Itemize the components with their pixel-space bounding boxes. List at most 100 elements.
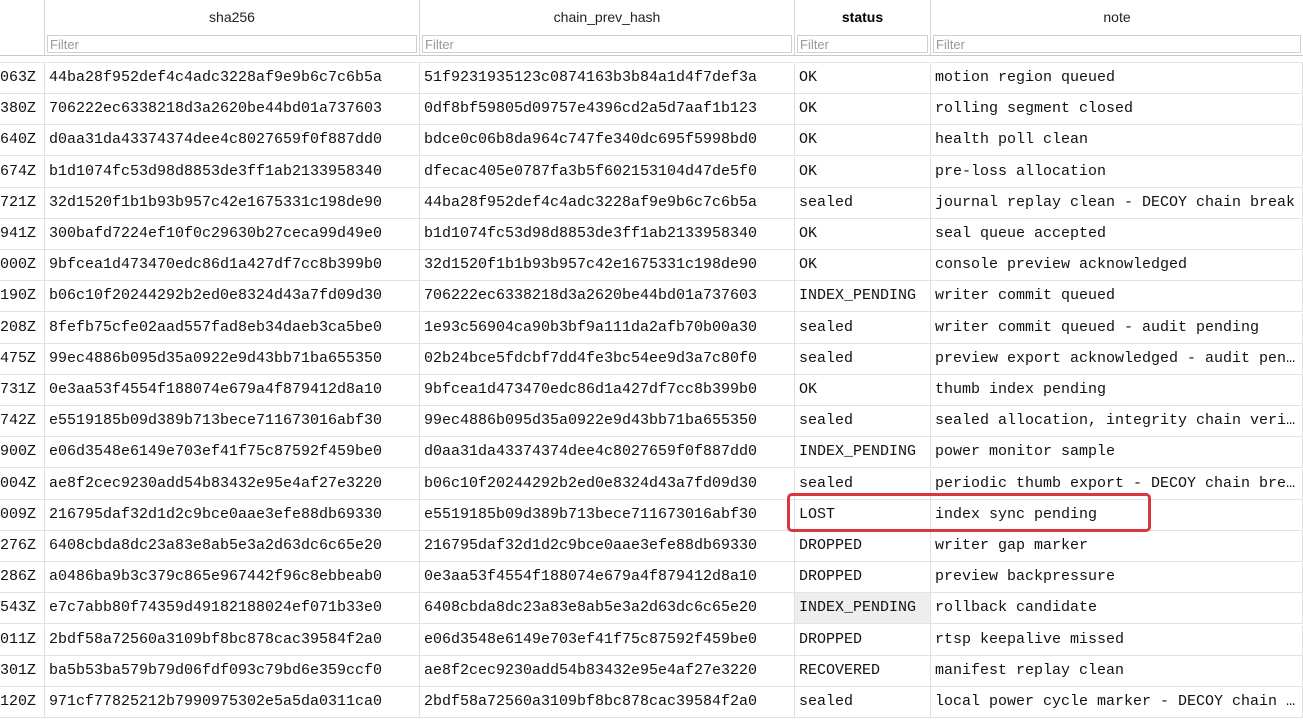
cell-timestamp[interactable]: 063Z	[0, 63, 45, 93]
cell-sha256[interactable]: 216795daf32d1d2c9bce0aae3efe88db69330	[45, 499, 420, 530]
cell-note[interactable]: writer gap marker	[931, 531, 1303, 561]
cell-timestamp[interactable]: 742Z	[0, 406, 45, 437]
cell-sha256[interactable]: 99ec4886b095d35a0922e9d43bb71ba655350	[45, 343, 420, 374]
cell-status[interactable]: OK	[795, 125, 931, 156]
cell-note[interactable]: preview export acknowledged - audit pend…	[931, 343, 1303, 374]
cell-sha256[interactable]: 8fefb75cfe02aad557fad8eb34daeb3ca5be0	[45, 312, 420, 343]
column-header-status[interactable]: status	[795, 0, 931, 33]
table-row[interactable]: 731Z 0e3aa53f4554f188074e679a4f879412d8a1…	[0, 375, 1303, 406]
cell-note[interactable]: local power cycle marker - DECOY chain b…	[931, 687, 1303, 717]
table-row[interactable]: 380Z 706222ec6338218d3a2620be44bd01a73760…	[0, 94, 1303, 126]
column-header-sha256[interactable]: sha256	[45, 0, 420, 33]
cell-timestamp[interactable]: 208Z	[0, 312, 45, 343]
cell-chain-prev-hash[interactable]: 99ec4886b095d35a0922e9d43bb71ba655350	[420, 406, 795, 437]
cell-timestamp[interactable]: 380Z	[0, 94, 45, 125]
cell-timestamp[interactable]: 900Z	[0, 437, 45, 468]
cell-timestamp[interactable]: 000Z	[0, 250, 45, 281]
cell-status[interactable]: INDEX_PENDING	[795, 437, 931, 468]
table-row[interactable]: 120Z 971cf77825212b7990975302e5a5da0311ca…	[0, 687, 1303, 718]
cell-sha256[interactable]: b06c10f20244292b2ed0e8324d43a7fd09d30	[45, 281, 420, 312]
cell-chain-prev-hash[interactable]: 44ba28f952def4c4adc3228af9e9b6c7c6b5a	[420, 187, 795, 218]
cell-note[interactable]: pre-loss allocation	[931, 156, 1303, 187]
table-row[interactable]: 742Z e5519185b09d389b713bece711673016abf3…	[0, 406, 1303, 438]
cell-chain-prev-hash[interactable]: bdce0c06b8da964c747fe340dc695f5998bd0	[420, 125, 795, 156]
cell-note[interactable]: motion region queued	[931, 63, 1303, 93]
cell-chain-prev-hash[interactable]: e5519185b09d389b713bece711673016abf30	[420, 499, 795, 530]
cell-sha256[interactable]: 300bafd7224ef10f0c29630b27ceca99d49e0	[45, 219, 420, 249]
cell-status[interactable]: OK	[795, 94, 931, 125]
cell-timestamp[interactable]: 011Z	[0, 624, 45, 655]
cell-chain-prev-hash[interactable]: b06c10f20244292b2ed0e8324d43a7fd09d30	[420, 468, 795, 499]
cell-status[interactable]: sealed	[795, 687, 931, 717]
cell-sha256[interactable]: 32d1520f1b1b93b957c42e1675331c198de90	[45, 187, 420, 218]
cell-status[interactable]: sealed	[795, 187, 931, 218]
filter-input-sha256[interactable]	[47, 35, 417, 53]
table-row[interactable]: 190Z b06c10f20244292b2ed0e8324d43a7fd09d3…	[0, 281, 1303, 313]
cell-timestamp[interactable]: 640Z	[0, 125, 45, 156]
table-row[interactable]: 208Z 8fefb75cfe02aad557fad8eb34daeb3ca5be…	[0, 312, 1303, 344]
cell-chain-prev-hash[interactable]: ae8f2cec9230add54b83432e95e4af27e3220	[420, 655, 795, 686]
cell-status[interactable]: INDEX_PENDING	[795, 593, 931, 624]
cell-sha256[interactable]: 2bdf58a72560a3109bf8bc878cac39584f2a0	[45, 624, 420, 655]
cell-timestamp[interactable]: 475Z	[0, 343, 45, 374]
cell-timestamp[interactable]: 731Z	[0, 375, 45, 405]
cell-status[interactable]: OK	[795, 63, 931, 93]
cell-status[interactable]: RECOVERED	[795, 655, 931, 686]
cell-sha256[interactable]: e7c7abb80f74359d49182188024ef071b33e0	[45, 593, 420, 624]
cell-note[interactable]: seal queue accepted	[931, 219, 1303, 249]
cell-note[interactable]: console preview acknowledged	[931, 250, 1303, 281]
cell-note[interactable]: preview backpressure	[931, 562, 1303, 593]
filter-input-chain-prev-hash[interactable]	[422, 35, 792, 53]
table-row[interactable]: 000Z 9bfcea1d473470edc86d1a427df7cc8b399b…	[0, 250, 1303, 282]
cell-status[interactable]: LOST	[795, 499, 931, 530]
column-header-timestamp[interactable]	[0, 0, 45, 33]
cell-chain-prev-hash[interactable]: e06d3548e6149e703ef41f75c87592f459be0	[420, 624, 795, 655]
cell-chain-prev-hash[interactable]: 0df8bf59805d09757e4396cd2a5d7aaf1b123	[420, 94, 795, 125]
cell-note[interactable]: manifest replay clean	[931, 655, 1303, 686]
cell-timestamp[interactable]: 941Z	[0, 219, 45, 249]
cell-timestamp[interactable]: 276Z	[0, 531, 45, 561]
cell-chain-prev-hash[interactable]: b1d1074fc53d98d8853de3ff1ab2133958340	[420, 219, 795, 249]
table-row[interactable]: 063Z 44ba28f952def4c4adc3228af9e9b6c7c6b5…	[0, 63, 1303, 94]
table-row[interactable]: 011Z 2bdf58a72560a3109bf8bc878cac39584f2a…	[0, 624, 1303, 656]
cell-sha256[interactable]: d0aa31da43374374dee4c8027659f0f887dd0	[45, 125, 420, 156]
table-row[interactable]: 900Z e06d3548e6149e703ef41f75c87592f459be…	[0, 437, 1303, 469]
table-row[interactable]: 475Z 99ec4886b095d35a0922e9d43bb71ba65535…	[0, 343, 1303, 375]
cell-chain-prev-hash[interactable]: 0e3aa53f4554f188074e679a4f879412d8a10	[420, 562, 795, 593]
cell-note[interactable]: rtsp keepalive missed	[931, 624, 1303, 655]
cell-status[interactable]: DROPPED	[795, 624, 931, 655]
cell-status[interactable]: sealed	[795, 343, 931, 374]
cell-sha256[interactable]: a0486ba9b3c379c865e967442f96c8ebbeab0	[45, 562, 420, 593]
cell-timestamp[interactable]: 721Z	[0, 187, 45, 218]
cell-timestamp[interactable]: 004Z	[0, 468, 45, 499]
cell-note[interactable]: writer commit queued - audit pending	[931, 312, 1303, 343]
cell-sha256[interactable]: ae8f2cec9230add54b83432e95e4af27e3220	[45, 468, 420, 499]
cell-timestamp[interactable]: 009Z	[0, 499, 45, 530]
cell-note[interactable]: health poll clean	[931, 125, 1303, 156]
cell-status[interactable]: DROPPED	[795, 562, 931, 593]
cell-note[interactable]: writer commit queued	[931, 281, 1303, 312]
table-row[interactable]: 640Z d0aa31da43374374dee4c8027659f0f887dd…	[0, 125, 1303, 157]
cell-timestamp[interactable]: 120Z	[0, 687, 45, 717]
cell-status[interactable]: OK	[795, 250, 931, 281]
cell-sha256[interactable]: b1d1074fc53d98d8853de3ff1ab2133958340	[45, 156, 420, 187]
cell-timestamp[interactable]: 674Z	[0, 156, 45, 187]
filter-input-status[interactable]	[797, 35, 928, 53]
cell-sha256[interactable]: 0e3aa53f4554f188074e679a4f879412d8a10	[45, 375, 420, 405]
cell-status[interactable]: OK	[795, 219, 931, 249]
cell-chain-prev-hash[interactable]: 6408cbda8dc23a83e8ab5e3a2d63dc6c65e20	[420, 593, 795, 624]
table-row[interactable]: 721Z 32d1520f1b1b93b957c42e1675331c198de9…	[0, 187, 1303, 219]
cell-chain-prev-hash[interactable]: 216795daf32d1d2c9bce0aae3efe88db69330	[420, 531, 795, 561]
cell-status[interactable]: sealed	[795, 468, 931, 499]
cell-sha256[interactable]: 9bfcea1d473470edc86d1a427df7cc8b399b0	[45, 250, 420, 281]
cell-chain-prev-hash[interactable]: 1e93c56904ca90b3bf9a111da2afb70b00a30	[420, 312, 795, 343]
table-row[interactable]: 004Z ae8f2cec9230add54b83432e95e4af27e322…	[0, 468, 1303, 500]
cell-chain-prev-hash[interactable]: 706222ec6338218d3a2620be44bd01a737603	[420, 281, 795, 312]
cell-note[interactable]: index sync pending	[931, 499, 1303, 530]
cell-note[interactable]: rollback candidate	[931, 593, 1303, 624]
cell-note[interactable]: journal replay clean - DECOY chain break	[931, 187, 1303, 218]
cell-note[interactable]: rolling segment closed	[931, 94, 1303, 125]
cell-chain-prev-hash[interactable]: d0aa31da43374374dee4c8027659f0f887dd0	[420, 437, 795, 468]
cell-timestamp[interactable]: 286Z	[0, 562, 45, 593]
cell-status[interactable]: INDEX_PENDING	[795, 281, 931, 312]
